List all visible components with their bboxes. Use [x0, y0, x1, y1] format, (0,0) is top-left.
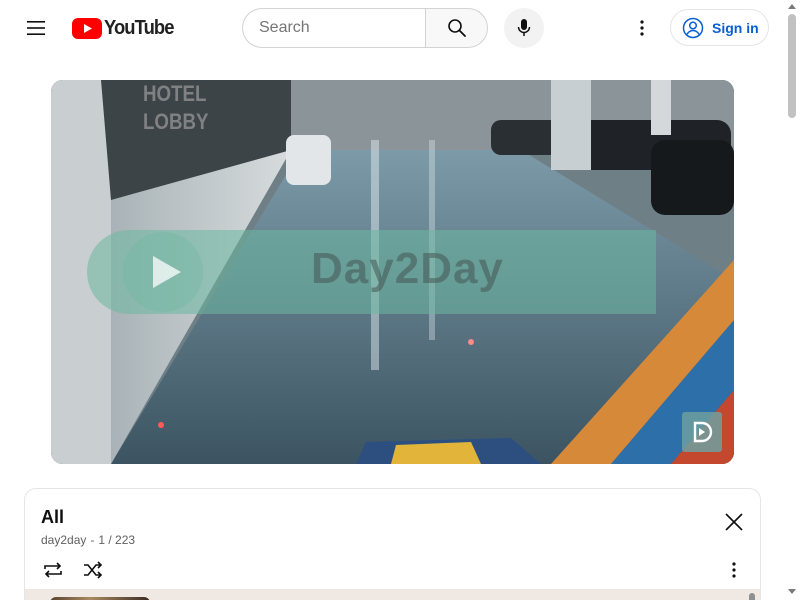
sign-in-label: Sign in — [712, 19, 759, 36]
scroll-up-arrow-icon[interactable] — [788, 4, 796, 9]
more-vertical-icon — [732, 562, 736, 578]
playlist-subtitle: day2day - 1 / 223 — [41, 533, 135, 547]
channel-watermark-badge[interactable] — [682, 412, 722, 452]
playlist-position: 1 / 223 — [98, 533, 136, 547]
playlist-title[interactable]: All — [41, 507, 64, 528]
page-scrollbar[interactable] — [784, 0, 800, 600]
video-watermark: Day2Day — [311, 244, 504, 293]
settings-more-button[interactable] — [622, 8, 662, 48]
playlist-shuffle-button[interactable] — [78, 555, 108, 585]
playlist-item-current[interactable] — [25, 589, 760, 600]
playlist-separator: - — [90, 533, 95, 547]
youtube-play-icon — [72, 17, 102, 39]
account-circle-icon — [682, 17, 704, 38]
sign-in-button[interactable]: Sign in — [670, 9, 769, 46]
search-box — [242, 8, 425, 48]
logo-wordmark: YouTube — [104, 16, 174, 39]
playlist-panel: All day2day - 1 / 223 — [24, 488, 761, 600]
guide-menu-button[interactable] — [16, 8, 56, 48]
playlist-menu-button[interactable] — [719, 555, 749, 585]
playlist-channel-link[interactable]: day2day — [41, 533, 86, 547]
playlist-scrollbar[interactable] — [749, 593, 755, 600]
voice-search-button[interactable] — [504, 8, 544, 48]
youtube-logo[interactable]: YouTube — [72, 16, 180, 40]
lobby-sign-text: HOTEL LOBBY — [143, 81, 209, 134]
video-player[interactable]: HOTEL LOBBY Day2Day — [51, 80, 734, 464]
playlist-loop-button[interactable] — [38, 555, 68, 585]
scroll-down-arrow-icon[interactable] — [788, 589, 796, 594]
playlist-close-button[interactable] — [719, 507, 749, 537]
loop-icon — [44, 562, 62, 578]
more-vertical-icon — [640, 20, 644, 36]
day2day-channel-icon — [693, 421, 713, 443]
search-button[interactable] — [425, 8, 488, 48]
close-icon — [725, 513, 743, 531]
hamburger-icon — [27, 21, 45, 35]
masthead: YouTube Sign in — [0, 0, 784, 56]
search-input[interactable] — [259, 9, 419, 47]
search-icon — [447, 19, 466, 37]
shuffle-icon — [84, 561, 103, 579]
microphone-icon — [517, 19, 531, 36]
scrollbar-thumb[interactable] — [788, 14, 796, 118]
